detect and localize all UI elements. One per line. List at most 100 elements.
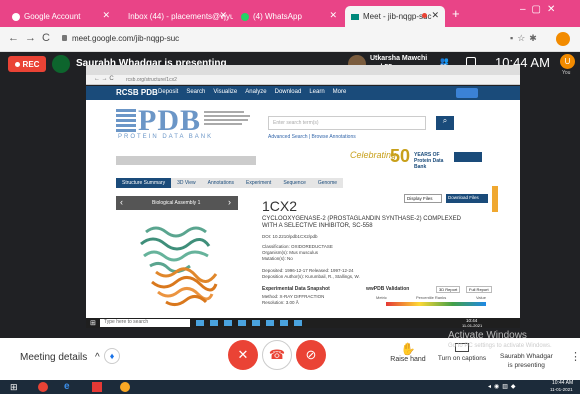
search-input[interactable]: Enter search term(s): [268, 116, 426, 130]
inner-url: rcsb.org/structure/1cx2: [126, 77, 177, 83]
shield-icon[interactable]: ♦: [104, 348, 120, 364]
tab-label: Meet - jib-nqgp-suc: [363, 12, 432, 21]
full-report-button[interactable]: Full Report: [466, 286, 492, 293]
meeting-details-label: Meeting details: [20, 352, 88, 363]
leave-call-button[interactable]: ☎: [262, 340, 292, 370]
inner-search-box: Type here to search: [100, 319, 190, 327]
classification: Classification: OXIDOREDUCTASE: [262, 244, 333, 249]
taskbar-date: 11-01-2021: [550, 387, 573, 392]
close-icon[interactable]: ✕: [219, 10, 227, 21]
chevron-up-icon: ^: [95, 352, 100, 363]
close-icon[interactable]: ✕: [102, 10, 110, 21]
tab-gmail[interactable]: Inbox (44) - placements@vjyups ✕: [118, 6, 233, 27]
chevron-right-icon[interactable]: ›: [228, 197, 231, 207]
chevron-left-icon[interactable]: ‹: [120, 197, 123, 207]
menu-deposit[interactable]: Deposit: [158, 89, 178, 95]
close-icon[interactable]: ✕: [431, 10, 439, 21]
extension-icons[interactable]: ▪☆✱: [510, 33, 541, 44]
more-options-icon[interactable]: ⋮: [570, 350, 580, 363]
tab-label: (4) WhatsApp: [253, 12, 302, 21]
rcsb-menu: Deposit Search Visualize Analyze Downloa…: [158, 89, 354, 95]
authors: Deposition Author(s): Kurumbail, R., Sta…: [262, 274, 360, 279]
entry-id: 1CX2: [262, 198, 298, 214]
menu-download[interactable]: Download: [275, 89, 302, 95]
percentile-header: Percentile Ranks: [416, 295, 447, 300]
tab-structure-summary[interactable]: Structure Summary: [116, 178, 172, 188]
new-tab-button[interactable]: +: [452, 6, 460, 21]
resolution: Resolution: 3.00 Å: [262, 300, 299, 305]
recording-dot-icon: [422, 13, 427, 18]
nav-buttons[interactable]: ←→C: [8, 32, 56, 44]
menu-search[interactable]: Search: [186, 89, 205, 95]
browser-tab-bar: Google Account ✕ Inbox (44) - placements…: [0, 0, 580, 27]
tab-meet[interactable]: Meet - jib-nqgp-suc ✕: [345, 6, 445, 27]
advanced-search-link[interactable]: Advanced Search | Browse Annotations: [268, 134, 356, 140]
chrome-taskbar-icon[interactable]: [120, 382, 130, 392]
rcsb-navbar: RCSB PDB Deposit Search Visualize Analyz…: [86, 86, 520, 100]
download-files-button[interactable]: Download Files: [446, 194, 488, 203]
profile-avatar[interactable]: [556, 32, 570, 46]
mutation: Mutation(s): No: [262, 256, 293, 261]
edge-icon[interactable]: e: [64, 381, 70, 392]
meeting-details-button[interactable]: Meeting details ^: [20, 352, 100, 363]
address-bar-row: ←→C meet.google.com/jib-nqgp-suc ▪☆✱: [0, 27, 580, 52]
raise-hand-button[interactable]: ✋ Raise hand: [378, 342, 438, 363]
mic-off-button[interactable]: ✕: [228, 340, 258, 370]
camera-off-button[interactable]: ⊘: [296, 340, 326, 370]
chrome-icon[interactable]: [38, 382, 48, 392]
display-files-button[interactable]: Display Files: [404, 194, 442, 203]
validation-title: wwPDB Validation: [366, 286, 410, 292]
window-controls[interactable]: –▢✕: [520, 4, 561, 15]
menu-button[interactable]: [456, 88, 478, 98]
menu-more[interactable]: More: [333, 89, 347, 95]
tray-icons[interactable]: ◂◉▥◆: [488, 383, 519, 390]
pdb-tagline: PROTEIN DATA BANK: [118, 134, 214, 140]
self-avatar[interactable]: U: [560, 54, 575, 69]
partner-logos: [116, 156, 256, 165]
tab-annotations[interactable]: Annotations: [201, 178, 241, 188]
tab-genome[interactable]: Genome: [311, 178, 344, 188]
protein-structure-image[interactable]: [116, 212, 238, 312]
presenting-indicator[interactable]: Saurabh Whadgar is presenting: [500, 352, 553, 370]
metric-header: Metric: [376, 295, 387, 300]
assembly-selector[interactable]: ‹ Biological Assembly 1 ›: [116, 196, 238, 210]
search-placeholder: Enter search term(s): [273, 120, 319, 126]
deposited: Deposited: 1996-12-17 Released: 1997-12-…: [262, 268, 354, 273]
value-header: Value: [476, 295, 486, 300]
acrobat-icon[interactable]: [92, 382, 102, 392]
mic-off-icon: ✕: [237, 347, 249, 362]
inner-start-icon: ⊞: [90, 320, 96, 327]
side-tab[interactable]: [492, 186, 498, 212]
menu-visualize[interactable]: Visualize: [213, 89, 237, 95]
hand-icon: ✋: [400, 342, 416, 356]
fifty-text: 50: [390, 146, 411, 166]
self-label: You: [562, 70, 571, 76]
inner-date: 11-01-2021: [462, 323, 483, 328]
camera-off-icon: ⊘: [305, 347, 317, 362]
inner-address-bar: ← → C rcsb.org/structure/1cx2: [86, 75, 520, 85]
windows-start-icon[interactable]: ⊞: [10, 382, 18, 393]
inner-taskbar-apps: [196, 320, 306, 326]
tab-whatsapp[interactable]: (4) WhatsApp ✕: [235, 6, 343, 27]
activate-windows-title: Activate Windows: [448, 330, 527, 341]
tab-sequence[interactable]: Sequence: [277, 178, 312, 188]
url-text[interactable]: meet.google.com/jib-nqgp-suc: [72, 34, 179, 43]
activate-windows-subtitle: Go to PC settings to activate Windows.: [448, 343, 552, 349]
search-button[interactable]: ⌕: [436, 116, 454, 130]
close-icon[interactable]: ✕: [329, 10, 337, 21]
rec-label: REC: [22, 59, 40, 69]
experimental-data-title: Experimental Data Snapshot: [262, 286, 330, 292]
menu-analyze[interactable]: Analyze: [245, 89, 266, 95]
doi: DOI: 10.2210/pdb1CX2/pdb: [262, 234, 318, 239]
inner-nav-icons: ← → C: [94, 76, 114, 82]
record-dot-icon: [14, 61, 20, 67]
tab-label: Google Account: [24, 12, 81, 21]
people-icon[interactable]: 👥: [440, 57, 449, 65]
tab-3d-view[interactable]: 3D View: [171, 178, 202, 188]
rcsb-description: [204, 108, 254, 132]
tab-google-account[interactable]: Google Account ✕: [6, 6, 116, 27]
menu-learn[interactable]: Learn: [309, 89, 324, 95]
social-icons[interactable]: [454, 152, 482, 162]
report-3d-button[interactable]: 3D Report: [436, 286, 461, 293]
tab-experiment[interactable]: Experiment: [240, 178, 278, 188]
